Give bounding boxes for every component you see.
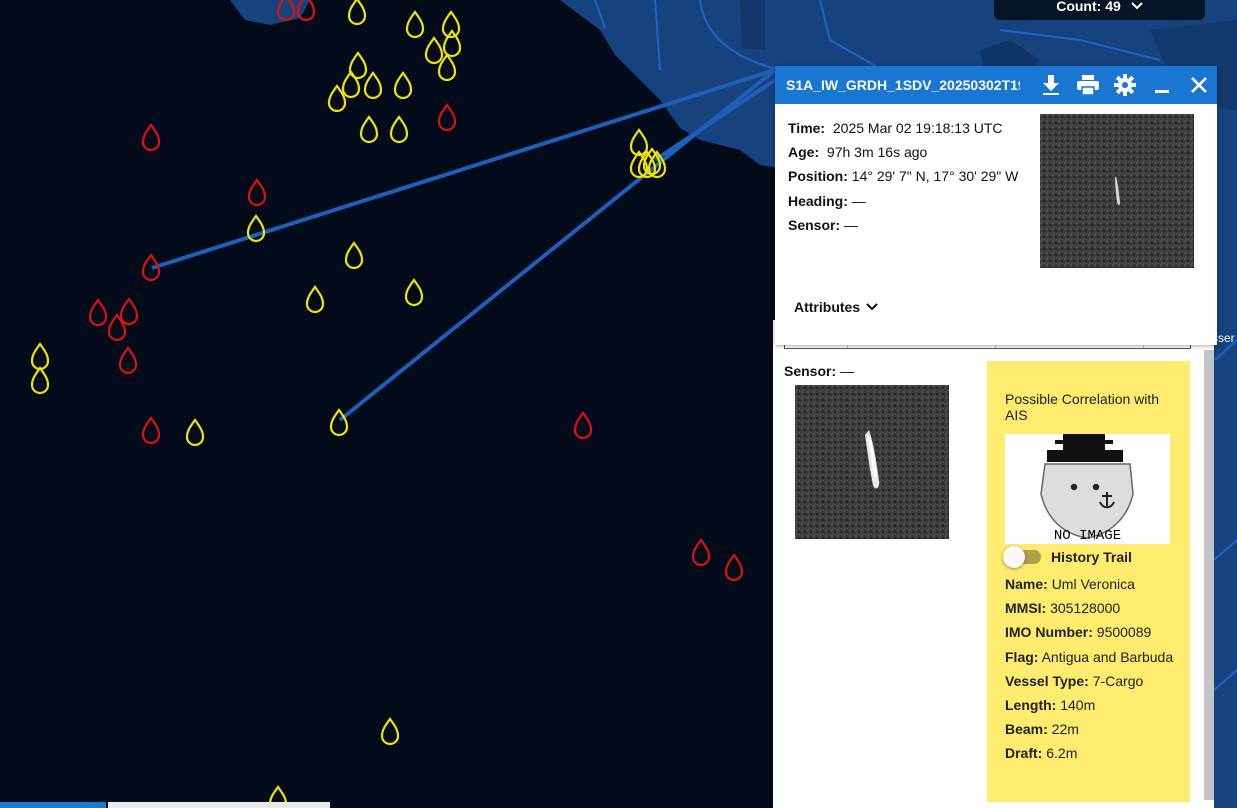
ais-mmsi-value: 305128000 (1050, 600, 1121, 617)
ais-type-row: Vessel Type: 7-Cargo (1005, 670, 1185, 692)
attributes-toggle[interactable]: Attributes (794, 299, 878, 315)
position-value: 14° 29' 7" N, 17° 30' 29" W (851, 168, 1019, 185)
ais-name-row: Name: Uml Veronica (1005, 573, 1185, 595)
heading-value: — (851, 192, 866, 209)
popup-actions (1032, 66, 1217, 104)
detail-sensor-label: Sensor: (784, 363, 837, 379)
ais-draft-value: 6.2m (1046, 745, 1078, 762)
ais-card-title: Possible Correlation with AIS (1005, 391, 1160, 423)
no-image-text: NO IMAGE (1053, 528, 1122, 544)
close-icon[interactable] (1180, 66, 1217, 104)
position-label: Position: (788, 168, 848, 185)
ais-flag-row: Flag: Antigua and Barbuda (1005, 646, 1185, 668)
ais-flag-label: Flag: (1005, 648, 1039, 665)
download-icon[interactable] (1032, 66, 1069, 104)
sensor-label: Sensor: (788, 216, 841, 233)
history-trail-row[interactable]: History Trail (1003, 546, 1132, 568)
ais-field-list: Name: Uml Veronica MMSI: 305128000 IMO N… (1005, 573, 1185, 767)
sar-image-large[interactable] (795, 385, 949, 539)
minimize-icon[interactable] (1143, 66, 1180, 104)
sensor-value: — (844, 216, 859, 233)
history-trail-label: History Trail (1051, 549, 1132, 565)
ais-imo-row: IMO Number: 9500089 (1005, 621, 1185, 643)
time-value: 2025 Mar 02 19:18:13 UTC (832, 120, 1003, 136)
gear-icon[interactable] (1106, 66, 1143, 104)
detection-popup: S1A_IW_GRDH_1SDV_20250302T19 Time: 2025 … (775, 66, 1217, 345)
chevron-down-icon (866, 303, 878, 311)
detail-panel: Sensor: — Possible Correlation with AIS … (773, 320, 1214, 808)
count-label: Count: 49 (1056, 0, 1121, 14)
sar-image-thumbnail[interactable] (1040, 114, 1194, 268)
vessel-placeholder-image: NO IMAGE (1005, 434, 1170, 544)
count-badge[interactable]: Count: 49 (994, 0, 1205, 20)
detail-sensor-value: — (840, 363, 855, 379)
ais-length-value: 140m (1060, 696, 1096, 713)
ais-imo-value: 9500089 (1096, 624, 1152, 641)
ais-imo-label: IMO Number: (1005, 624, 1093, 641)
attributes-label: Attributes (794, 299, 861, 315)
ais-name-label: Name: (1005, 576, 1048, 592)
time-label: Time: (788, 120, 826, 136)
history-trail-toggle[interactable] (1003, 546, 1041, 568)
ais-type-label: Vessel Type: (1005, 672, 1089, 689)
ais-length-row: Length: 140m (1005, 694, 1185, 716)
ais-type-value: 7-Cargo (1092, 672, 1144, 689)
popup-fields: Time: 2025 Mar 02 19:18:13 UTC Age: 97h … (788, 116, 1018, 237)
position-row: Position: 14° 29' 7" N, 17° 30' 29" W (788, 164, 1018, 188)
bottom-tab-right[interactable] (108, 802, 330, 808)
bottom-tab-left[interactable] (0, 802, 106, 808)
detail-scrollbar[interactable] (1204, 350, 1214, 800)
popup-header: S1A_IW_GRDH_1SDV_20250302T19 (775, 66, 1217, 104)
ais-beam-value: 22m (1051, 721, 1079, 738)
ais-mmsi-label: MMSI: (1005, 600, 1047, 617)
ais-draft-row: Draft: 6.2m (1005, 742, 1185, 764)
print-icon[interactable] (1069, 66, 1106, 104)
ais-correlation-card: Possible Correlation with AIS NO IMAGE H… (987, 361, 1190, 802)
ais-draft-label: Draft: (1005, 745, 1043, 762)
heading-row: Heading: — (788, 189, 1018, 213)
ais-mmsi-row: MMSI: 305128000 (1005, 597, 1185, 619)
heading-label: Heading: (788, 192, 848, 209)
ais-name-value: Uml Veronica (1051, 576, 1135, 592)
age-row: Age: 97h 3m 16s ago (788, 140, 1018, 164)
age-value: 97h 3m 16s ago (826, 144, 928, 161)
age-label: Age: (788, 144, 820, 161)
chevron-down-icon (1131, 0, 1143, 13)
ais-flag-value: Antigua and Barbuda (1041, 648, 1174, 665)
popup-title: S1A_IW_GRDH_1SDV_20250302T19 (786, 77, 1020, 93)
time-row: Time: 2025 Mar 02 19:18:13 UTC (788, 116, 1018, 140)
ais-beam-row: Beam: 22m (1005, 718, 1185, 740)
sensor-row: Sensor: — (788, 213, 1018, 237)
detail-sensor-row: Sensor: — (784, 363, 854, 379)
ais-length-label: Length: (1005, 696, 1057, 713)
ais-beam-label: Beam: (1005, 721, 1048, 738)
